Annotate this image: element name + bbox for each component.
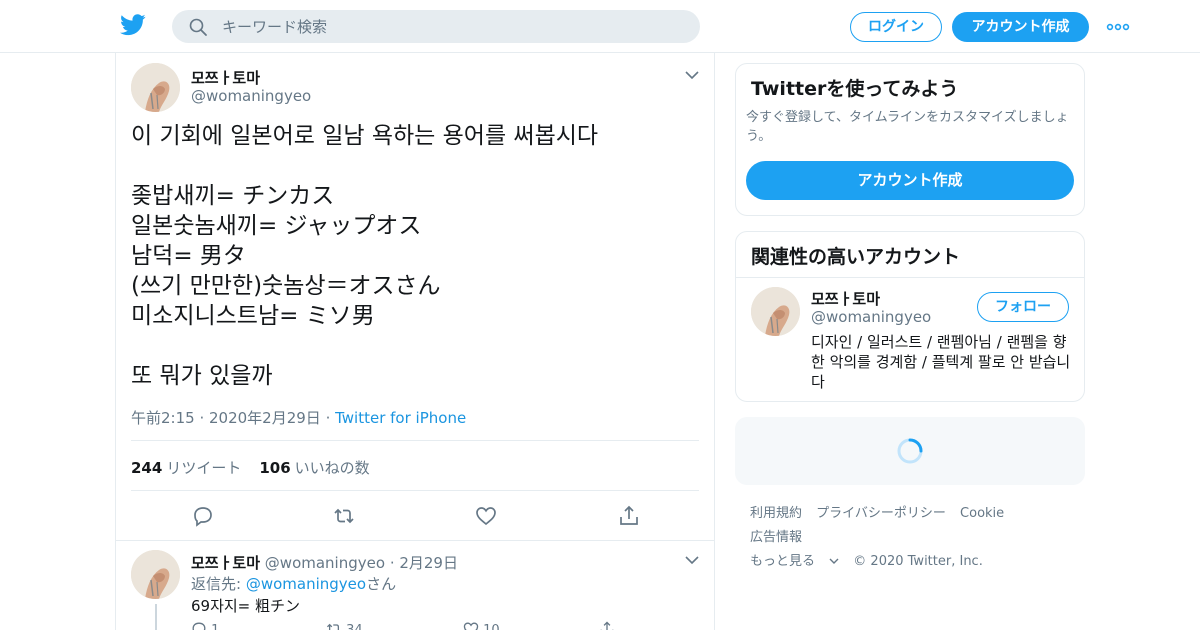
loading-card: [735, 417, 1085, 485]
chevron-down-icon[interactable]: [685, 70, 699, 80]
login-button[interactable]: ログイン: [850, 12, 942, 42]
signup-card-title: Twitterを使ってみよう: [751, 78, 959, 100]
share-icon[interactable]: [618, 505, 640, 527]
reply-retweet-action[interactable]: 34: [326, 621, 363, 630]
footer-copyright: © 2020 Twitter, Inc.: [853, 554, 983, 569]
reply-prefix: 返信先:: [191, 575, 242, 593]
tweet-column: 모쯔ㅏ토마 @womaningyeo 이 기회에 일본어로 일남 욕하는 용어를…: [115, 53, 715, 630]
thread-line: [155, 604, 157, 630]
related-accounts-title: 関連性の高いアカウント: [751, 246, 961, 268]
retweet-icon: [326, 623, 340, 630]
reply-author-handle[interactable]: @womaningyeo: [265, 554, 385, 572]
author-handle[interactable]: @womaningyeo: [191, 87, 311, 105]
reply-reply-action[interactable]: 1: [191, 621, 219, 630]
avatar-image: [131, 63, 180, 112]
top-navigation-bar: ログイン アカウント作成: [0, 0, 1200, 53]
retweet-label: リツイート: [166, 459, 242, 477]
share-icon: [600, 621, 614, 630]
footer-more-link[interactable]: もっと見る: [750, 554, 839, 569]
footer: 利用規約 プライバシーポリシー Cookie 広告情報 もっと見る © 2020…: [750, 502, 1080, 574]
avatar-image: [751, 287, 800, 336]
reply-author-name[interactable]: 모쯔ㅏ토마: [191, 554, 260, 572]
like-stat[interactable]: 106 いいねの数: [259, 459, 369, 477]
retweet-stat[interactable]: 244 リツイート: [131, 459, 241, 477]
avatar[interactable]: [131, 63, 180, 112]
footer-more-label: もっと見る: [750, 554, 816, 569]
chevron-down-icon[interactable]: [685, 555, 699, 565]
tweet-timestamp[interactable]: 午前2:15 · 2020年2月29日: [131, 409, 321, 427]
reply-date[interactable]: · 2月29日: [390, 554, 458, 572]
loading-spinner-icon: [897, 438, 923, 464]
reply-suffix: さん: [366, 575, 397, 593]
more-dots-icon[interactable]: [1106, 18, 1130, 36]
retweet-count: 244: [131, 459, 163, 477]
divider: [131, 490, 699, 491]
retweet-icon[interactable]: [333, 505, 355, 527]
search-box[interactable]: [172, 10, 700, 43]
reply-to-link[interactable]: @womaningyeo: [246, 575, 366, 593]
reply-to-line: 返信先: @womaningyeoさん: [191, 573, 396, 594]
search-icon: [189, 18, 207, 36]
reply-text: 69자지= 粗チン: [191, 597, 301, 615]
related-accounts-card: 関連性の高いアカウント 모쯔ㅏ토마 @womaningyeo フォロー 디자인 …: [735, 231, 1085, 402]
footer-link-ads[interactable]: 広告情報: [750, 530, 802, 545]
reply-retweet-count: 34: [346, 623, 363, 630]
tweet-source-link[interactable]: Twitter for iPhone: [335, 409, 466, 427]
tweet-meta: 午前2:15 · 2020年2月29日 · Twitter for iPhone: [131, 407, 466, 428]
related-account-bio: 디자인 / 일러스트 / 랜펨아님 / 랜펨을 향한 악의를 경계함 / 플텍계…: [811, 333, 1071, 391]
signup-card-description: 今すぐ登録して、タイムラインをカスタマイズしましょう。: [746, 110, 1069, 144]
signup-button[interactable]: アカウント作成: [952, 12, 1089, 42]
like-count: 106: [259, 459, 291, 477]
heart-icon: [463, 622, 479, 630]
chevron-down-icon: [829, 558, 839, 564]
tweet-text: 이 기회에 일본어로 일남 욕하는 용어를 써봅시다 좆밥새끼= チンカス 일본…: [131, 123, 599, 389]
signup-card: Twitterを使ってみよう 今すぐ登録して、タイムラインをカスタマイズしましょ…: [735, 63, 1085, 216]
reply-count: 1: [211, 623, 219, 630]
footer-link-privacy[interactable]: プライバシーポリシー: [816, 506, 946, 521]
reply-share-action[interactable]: [599, 621, 615, 630]
reply-header: 모쯔ㅏ토마 @womaningyeo · 2月29日: [191, 552, 458, 573]
divider: [736, 277, 1084, 278]
divider: [131, 440, 699, 441]
divider: [116, 540, 714, 541]
twitter-bird-icon[interactable]: [120, 14, 146, 36]
author-name[interactable]: 모쯔ㅏ토마: [191, 67, 260, 88]
footer-link-terms[interactable]: 利用規約: [750, 506, 802, 521]
like-label: いいねの数: [294, 459, 370, 477]
avatar-image: [131, 550, 180, 599]
avatar[interactable]: [751, 287, 800, 336]
reply-like-action[interactable]: 10: [463, 621, 500, 630]
footer-link-cookie[interactable]: Cookie: [960, 506, 1004, 521]
reply-icon[interactable]: [192, 505, 214, 527]
follow-button[interactable]: フォロー: [977, 292, 1069, 322]
signup-card-button[interactable]: アカウント作成: [746, 161, 1074, 200]
reply-like-count: 10: [483, 623, 500, 630]
reply-icon: [192, 622, 206, 630]
search-input[interactable]: [222, 10, 682, 43]
related-account-name[interactable]: 모쯔ㅏ토마: [811, 288, 880, 309]
heart-icon[interactable]: [475, 505, 497, 527]
related-account-handle[interactable]: @womaningyeo: [811, 308, 931, 326]
reply-actions: 1 34 10: [191, 621, 651, 630]
avatar[interactable]: [131, 550, 180, 599]
tweet-stats: 244 リツイート 106 いいねの数: [131, 457, 370, 478]
meta-separator: ·: [320, 409, 336, 427]
